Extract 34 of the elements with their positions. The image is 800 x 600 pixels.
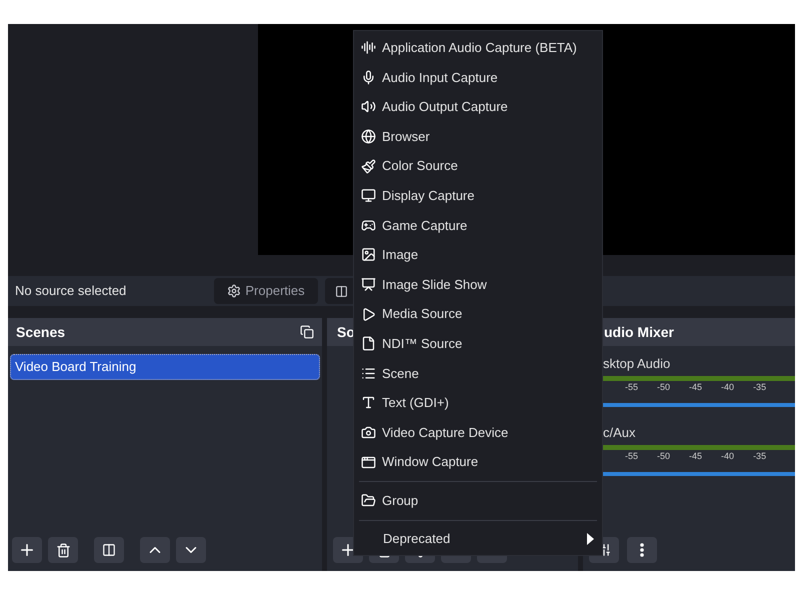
no-source-label: No source selected: [15, 282, 128, 300]
meter-tick-label: -35: [753, 450, 766, 462]
meter-tick-label: -40: [721, 380, 734, 394]
meter-tick-label: -50: [657, 380, 670, 394]
menu-item[interactable]: Image: [354, 240, 602, 270]
menu-item[interactable]: Image Slide Show: [354, 270, 602, 300]
menu-item[interactable]: Audio Input Capture: [354, 62, 602, 92]
audio-mixer-title: udio Mixer: [604, 322, 674, 342]
menu-item[interactable]: Text (GDI+): [354, 388, 602, 418]
menu-item[interactable]: Application Audio Capture (BETA): [354, 33, 602, 63]
meter-tick-label: -40: [721, 450, 734, 462]
menu-item[interactable]: Color Source: [354, 151, 602, 181]
scenes-title: Scenes: [16, 322, 66, 342]
menu-item[interactable]: Browser: [354, 122, 602, 152]
menu-item[interactable]: Scene: [354, 358, 602, 388]
meter-tick-label: -50: [657, 450, 670, 462]
channel-name: c/Aux: [603, 424, 637, 442]
menu-item[interactable]: Media Source: [354, 299, 602, 329]
meter-tick-label: -55: [625, 380, 638, 394]
menu-item[interactable]: Group: [354, 486, 602, 516]
meter-tick-label: -55: [625, 450, 638, 462]
properties-button[interactable]: Properties: [214, 278, 318, 304]
menu-item[interactable]: Display Capture: [354, 180, 602, 211]
meter-tick-label: -45: [689, 450, 702, 462]
meter-tick-label: -35: [753, 380, 766, 394]
channel-name: sktop Audio: [603, 355, 672, 373]
menu-item[interactable]: Audio Output Capture: [354, 92, 602, 122]
menu-item[interactable]: Video Capture Device: [354, 418, 602, 448]
submenu-item[interactable]: Deprecated: [354, 524, 602, 552]
scene-list-row[interactable]: Video Board Training: [10, 354, 320, 380]
menu-item[interactable]: Window Capture: [354, 447, 602, 477]
menu-item[interactable]: Game Capture: [354, 210, 602, 240]
menu-item[interactable]: NDI™ Source: [354, 328, 602, 359]
meter-tick-label: -45: [689, 380, 702, 394]
